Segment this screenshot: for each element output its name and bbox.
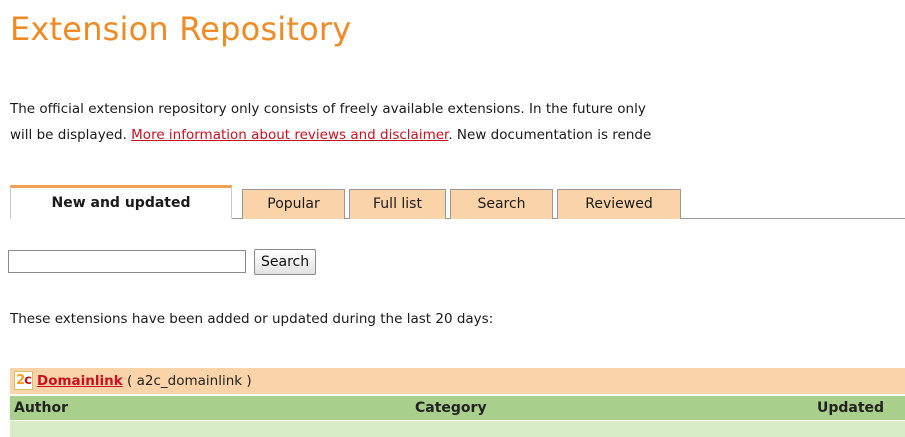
reviews-disclaimer-link[interactable]: More information about reviews and discl… [131, 127, 448, 143]
a2c-logo-icon: 2c [14, 370, 33, 390]
search-input[interactable] [8, 250, 246, 273]
column-category: Category [415, 400, 487, 416]
tab-popular[interactable]: Popular [242, 189, 345, 219]
column-author: Author [14, 400, 68, 416]
extension-name-link[interactable]: Domainlink [37, 373, 123, 389]
extension-header: 2c Domainlink ( a2c_domainlink ) [10, 368, 905, 394]
extension-table: Author Category Updated [10, 396, 905, 437]
tab-bar: New and updated Popular Full list Search… [10, 185, 905, 219]
listing-subtitle: These extensions have been added or upda… [10, 311, 494, 327]
intro-line-2-end: . New documentation is rende [448, 127, 652, 143]
page-title: Extension Repository [10, 10, 352, 48]
intro-text: The official extension repository only c… [10, 96, 905, 148]
page: Extension Repository The official extens… [0, 0, 905, 437]
intro-line-1: The official extension repository only c… [10, 101, 646, 117]
table-row [10, 421, 905, 437]
tab-reviewed[interactable]: Reviewed [557, 189, 681, 219]
intro-line-2: will be displayed. More information abou… [10, 122, 905, 148]
search-button[interactable]: Search [254, 249, 317, 275]
tab-full-list[interactable]: Full list [349, 189, 446, 219]
intro-line-2-start: will be displayed. [10, 127, 132, 143]
extension-key: ( a2c_domainlink ) [122, 373, 252, 389]
extension-table-header: Author Category Updated [10, 396, 905, 420]
column-updated: Updated [817, 400, 885, 416]
tab-new-and-updated[interactable]: New and updated [10, 185, 232, 219]
tab-search[interactable]: Search [450, 189, 553, 219]
